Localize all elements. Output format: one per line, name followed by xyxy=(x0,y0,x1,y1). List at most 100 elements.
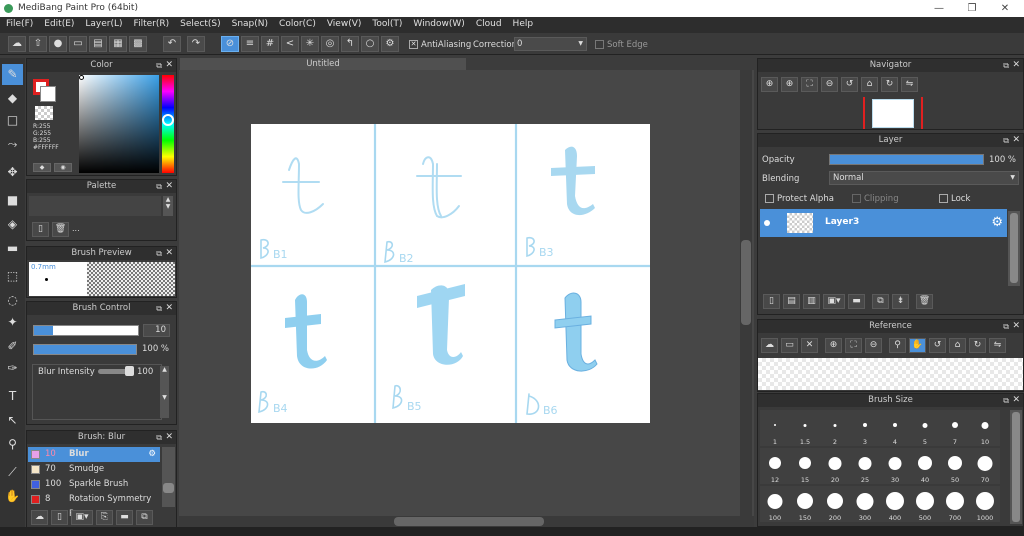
brush-size-cell[interactable]: 70 xyxy=(970,448,1000,484)
menu-view[interactable]: View(V) xyxy=(321,17,367,29)
blur-intensity-slider[interactable] xyxy=(98,366,134,376)
curve-tool-icon[interactable]: ⤳ xyxy=(2,134,23,155)
soft-edge-checkbox[interactable] xyxy=(595,40,604,49)
brush-size-cell[interactable]: 7 xyxy=(940,410,970,446)
correction-select[interactable]: 0 ▼ xyxy=(514,37,587,51)
snap-vanish-icon[interactable]: < xyxy=(281,36,299,52)
brush-tool-icon[interactable]: ✎ xyxy=(2,64,23,85)
rotate-right-icon[interactable]: ↻ xyxy=(969,338,986,353)
maximize-button[interactable]: ❐ xyxy=(957,1,987,16)
brush-size-cell[interactable]: 30 xyxy=(880,448,910,484)
lock-checkbox[interactable] xyxy=(939,194,948,203)
brush-size-scrollbar[interactable] xyxy=(1010,410,1022,524)
background-color-swatch[interactable] xyxy=(41,87,55,101)
brush-size-cell[interactable]: 150 xyxy=(790,486,820,522)
reference-image-area[interactable] xyxy=(758,358,1023,390)
brush-size-slider[interactable] xyxy=(33,325,139,336)
gear-icon[interactable]: ⚙ xyxy=(991,215,1003,230)
brush-size-cell[interactable]: 5 xyxy=(910,410,940,446)
gear-icon[interactable]: ⚙ xyxy=(148,447,156,462)
brush-size-cell[interactable]: 300 xyxy=(850,486,880,522)
brush-size-cell[interactable]: 50 xyxy=(940,448,970,484)
upload-icon[interactable]: ⇧ xyxy=(29,36,47,52)
delete-palette-icon[interactable]: 🗑 xyxy=(52,222,69,237)
menu-select[interactable]: Select(S) xyxy=(174,17,226,29)
snap-curve-icon[interactable]: ↰ xyxy=(341,36,359,52)
vscroll-thumb[interactable] xyxy=(741,240,751,325)
brush-item-smudge[interactable]: 70 Smudge xyxy=(28,462,162,477)
transparent-swatch[interactable] xyxy=(35,106,53,120)
new-palette-icon[interactable]: ▯ xyxy=(32,222,49,237)
eraser-tool-icon[interactable]: ◆ xyxy=(2,88,23,109)
sv-cursor[interactable] xyxy=(79,75,84,80)
brush-control-scrollbar[interactable]: ▲ ▼ xyxy=(160,366,169,418)
close-icon[interactable]: ✕ xyxy=(1012,394,1020,407)
navigator-viewport[interactable] xyxy=(863,97,923,129)
merge-down-icon[interactable]: ⇟ xyxy=(892,294,909,309)
brush-size-cell[interactable]: 500 xyxy=(910,486,940,522)
saturation-value-picker[interactable] xyxy=(79,75,159,173)
menu-edit[interactable]: Edit(E) xyxy=(38,17,79,29)
zoom-out-icon[interactable]: ⊖ xyxy=(865,338,882,353)
popout-icon[interactable]: ⧉ xyxy=(156,302,162,315)
redo-icon[interactable]: ↷ xyxy=(187,36,205,52)
clipping-checkbox[interactable] xyxy=(852,194,861,203)
snap-cross-icon[interactable]: # xyxy=(261,36,279,52)
lasso-tool-icon[interactable]: ◌ xyxy=(2,290,23,311)
brush-list-scrollbar[interactable] xyxy=(162,447,175,507)
protect-alpha-checkbox[interactable] xyxy=(765,194,774,203)
undo-icon[interactable]: ↶ xyxy=(163,36,181,52)
palette-swatch-area[interactable] xyxy=(29,196,161,216)
hand-icon[interactable]: ✋ xyxy=(909,338,926,353)
minimize-button[interactable]: — xyxy=(924,1,954,16)
popout-icon[interactable]: ⧉ xyxy=(156,247,162,260)
canvas-hscrollbar[interactable] xyxy=(179,516,754,527)
blur-intensity-thumb[interactable] xyxy=(125,366,134,376)
close-icon[interactable]: ✕ xyxy=(165,431,173,444)
pages-icon[interactable]: ▦ xyxy=(109,36,127,52)
brush-size-cell[interactable]: 4 xyxy=(880,410,910,446)
eyedropper-icon[interactable]: ⚲ xyxy=(889,338,906,353)
menu-snap[interactable]: Snap(N) xyxy=(226,17,273,29)
text-tool-icon[interactable]: T xyxy=(2,386,23,407)
brush-item-blur[interactable]: 10 Blur ⚙ xyxy=(28,447,160,462)
rotate-left-icon[interactable]: ↺ xyxy=(841,77,858,92)
close-icon[interactable]: ✕ xyxy=(165,59,173,72)
magic-wand-tool-icon[interactable]: ✦ xyxy=(2,312,23,333)
brush-size-cell[interactable]: 1.5 xyxy=(790,410,820,446)
hand-tool-icon[interactable]: ✋ xyxy=(2,486,23,507)
popout-icon[interactable]: ⧉ xyxy=(156,180,162,193)
menu-filter[interactable]: Filter(R) xyxy=(128,17,175,29)
popout-icon[interactable]: ⧉ xyxy=(1003,394,1009,407)
brush-size-cell[interactable]: 400 xyxy=(880,486,910,522)
chat-icon[interactable]: ● xyxy=(49,36,67,52)
move-tool-icon[interactable]: ✥ xyxy=(2,162,23,183)
menu-help[interactable]: Help xyxy=(507,17,539,29)
brush-size-cell[interactable]: 200 xyxy=(820,486,850,522)
popout-icon[interactable]: ⧉ xyxy=(156,59,162,72)
brush-size-cell[interactable]: 20 xyxy=(820,448,850,484)
brush-size-cell[interactable]: 25 xyxy=(850,448,880,484)
hue-cursor[interactable] xyxy=(162,114,174,126)
menu-tool[interactable]: Tool(T) xyxy=(366,17,407,29)
brush-size-cell[interactable]: 2 xyxy=(820,410,850,446)
open-folder-icon[interactable]: ▭ xyxy=(781,338,798,353)
menu-layer[interactable]: Layer(L) xyxy=(79,17,127,29)
brush-size-cell[interactable]: 700 xyxy=(940,486,970,522)
hscroll-thumb[interactable] xyxy=(394,517,544,526)
close-button[interactable]: ✕ xyxy=(990,1,1020,16)
zoom-fit-icon[interactable]: ⊕ xyxy=(761,77,778,92)
new-8bit-layer-icon[interactable]: ▥ xyxy=(803,294,820,309)
close-icon[interactable]: ✕ xyxy=(165,180,173,193)
cloud-brush-icon[interactable]: ☁ xyxy=(31,510,48,525)
zoom-in-icon[interactable]: ⊕ xyxy=(781,77,798,92)
rotate-right-icon[interactable]: ↻ xyxy=(881,77,898,92)
brush-size-cell[interactable]: 40 xyxy=(910,448,940,484)
visibility-icon[interactable] xyxy=(764,220,770,226)
brush-size-cell[interactable]: 1000 xyxy=(970,486,1000,522)
reset-icon[interactable]: ⌂ xyxy=(949,338,966,353)
popout-icon[interactable]: ⧉ xyxy=(1003,320,1009,333)
brush-size-value[interactable]: 10 xyxy=(143,324,170,337)
brush-item-rotation[interactable]: 8Rotation Symmetry Pe xyxy=(28,492,162,519)
add-brush-icon[interactable]: ▣▾ xyxy=(71,510,93,525)
